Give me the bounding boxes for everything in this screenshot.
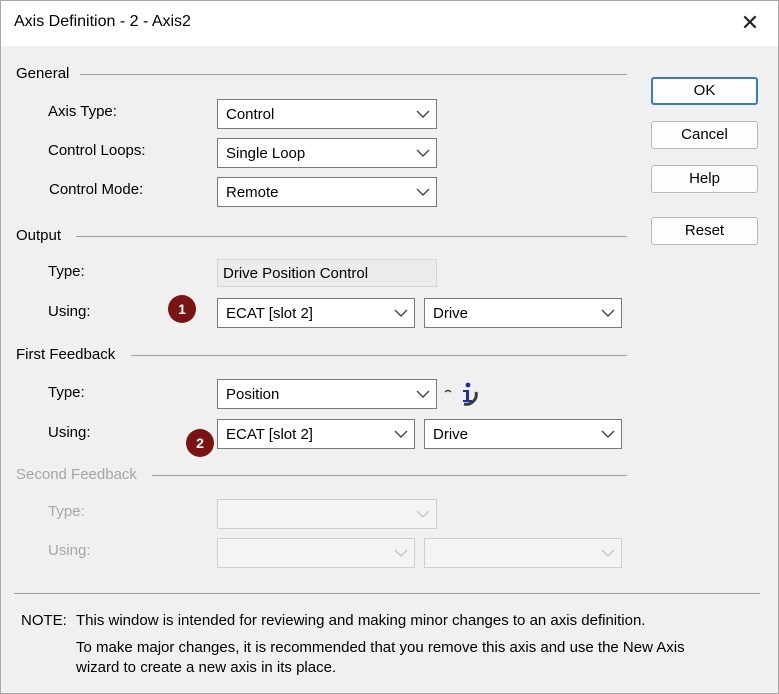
second-feedback-using-label: Using: [48,542,91,559]
output-type-label: Type: [48,263,85,280]
control-loops-dropdown[interactable]: Single Loop [217,138,437,168]
first-feedback-type-value: Position [226,386,280,403]
output-module-value: Drive [433,305,469,322]
first-feedback-using-label: Using: [48,424,91,441]
window-title: Axis Definition - 2 - Axis2 [14,13,191,30]
chevron-down-icon [394,430,408,438]
chevron-down-icon [601,309,615,317]
first-feedback-module-dropdown[interactable]: Drive [424,419,622,449]
output-using-value: ECAT [slot 2] [226,305,313,322]
axis-type-value: Control [226,106,275,123]
chevron-down-icon [416,149,430,157]
help-button[interactable]: Help [651,165,758,193]
chevron-down-icon [394,309,408,317]
chevron-down-icon [416,390,430,398]
first-feedback-using-value: ECAT [slot 2] [226,426,313,443]
chevron-down-icon [416,188,430,196]
reset-button[interactable]: Reset [651,217,758,245]
chevron-down-icon [416,110,430,118]
control-mode-label: Control Mode: [49,181,144,198]
first-feedback-type-dropdown[interactable]: Position [217,379,437,409]
second-feedback-module-dropdown[interactable] [424,538,622,568]
title-bar: Axis Definition - 2 - Axis2 ✕ [0,0,779,46]
callout-marker-2: 2 [186,429,214,457]
second-feedback-using-dropdown[interactable] [217,538,415,568]
output-using-dropdown[interactable]: ECAT [slot 2] [217,298,415,328]
output-type-field: Drive Position Control [217,259,437,287]
output-module-dropdown[interactable]: Drive [424,298,622,328]
first-feedback-type-label: Type: [48,384,85,401]
second-feedback-divider [152,475,627,476]
note-line-1: This window is intended for reviewing an… [76,612,646,629]
first-feedback-using-dropdown[interactable]: ECAT [slot 2] [217,419,415,449]
control-mode-value: Remote [226,184,279,201]
callout-marker-1: 1 [168,295,196,323]
ok-button[interactable]: OK [651,77,758,105]
output-divider [76,236,627,237]
cancel-button[interactable]: Cancel [651,121,758,149]
second-feedback-type-dropdown[interactable] [217,499,437,529]
first-feedback-divider [131,355,627,356]
note-line-3: wizard to create a new axis in its place… [76,659,337,676]
note-divider [14,593,760,594]
output-group-title: Output [16,227,62,244]
second-feedback-group-title: Second Feedback [16,466,137,483]
control-loops-value: Single Loop [226,145,306,162]
output-type-value: Drive Position Control [223,265,369,282]
general-divider [80,74,627,75]
axis-type-label: Axis Type: [48,103,117,120]
close-icon[interactable]: ✕ [737,10,763,36]
control-loops-label: Control Loops: [48,142,146,159]
chevron-down-icon [601,430,615,438]
note-prefix: NOTE: [21,612,67,629]
chevron-down-icon [416,510,430,518]
info-icon[interactable] [442,380,482,406]
axis-type-dropdown[interactable]: Control [217,99,437,129]
general-group-title: General [16,65,70,82]
control-mode-dropdown[interactable]: Remote [217,177,437,207]
first-feedback-group-title: First Feedback [16,346,116,363]
note-line-2: To make major changes, it is recommended… [76,639,685,656]
chevron-down-icon [601,549,615,557]
first-feedback-module-value: Drive [433,426,469,443]
second-feedback-type-label: Type: [48,503,85,520]
chevron-down-icon [394,549,408,557]
output-using-label: Using: [48,303,91,320]
